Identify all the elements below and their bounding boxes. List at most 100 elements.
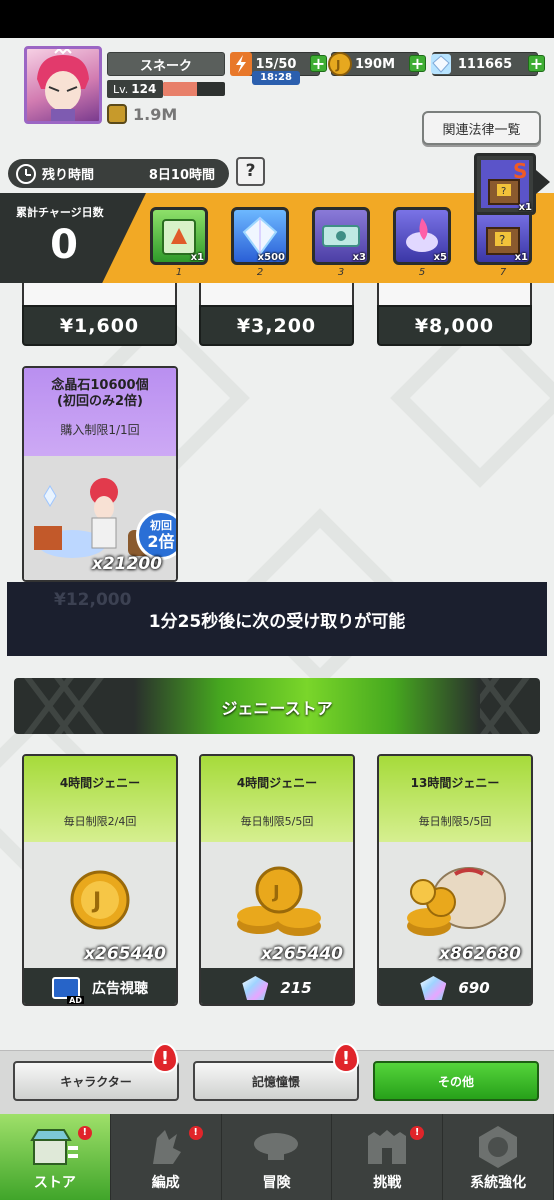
charge-days-title: 累計チャージ日数 (16, 206, 104, 219)
nav-label: ストア (33, 1175, 76, 1191)
offer-card-stub (22, 283, 177, 305)
reward-qty: x500 (257, 252, 285, 263)
jenny-item-name: 13時間ジェニー (410, 776, 500, 790)
nav-challenge[interactable]: 挑戦 ! (332, 1114, 444, 1200)
badge-top-text: 初回 (150, 519, 172, 532)
crystal-icon (431, 54, 451, 74)
jenny-counter: J 190M + (328, 52, 426, 76)
buy-with-gem-button[interactable]: 215 (201, 968, 353, 1004)
crystal-offer-qty: x21200 (91, 554, 162, 574)
jenny-item-header: 4時間ジェニー 毎日制限5/5回 (201, 756, 353, 842)
charge-days-value: 0 (50, 222, 78, 268)
player-avatar[interactable] (24, 46, 102, 124)
crystal-counter: 111665 + (431, 52, 545, 76)
jenny-item-image: J x265440 (201, 842, 353, 968)
jenny-item-name: 4時間ジェニー (236, 776, 318, 790)
special-reward[interactable]: ? S x1 (474, 153, 536, 215)
price-button[interactable]: ¥3,200 (199, 305, 354, 346)
jenny-item-card[interactable]: 4時間ジェニー 毎日制限2/4回 J x265440 広告視聴 (22, 754, 178, 1006)
power-display: 1.9M (107, 103, 177, 125)
tab-label: その他 (437, 1074, 474, 1089)
add-stamina-button[interactable]: + (310, 55, 327, 72)
crystal-offer-header: 念晶石10600個 (初回のみ2倍) 購入制限1/1回 (24, 368, 176, 456)
tab-other[interactable]: その他 (373, 1061, 539, 1101)
formation-icon (152, 1130, 181, 1164)
jenny-item-qty: x265440 (84, 944, 166, 964)
svg-text:J: J (271, 882, 280, 903)
jenny-item-card[interactable]: 13時間ジェニー 毎日制限5/5回 x862680 690 (377, 754, 533, 1006)
alert-icon: ! (152, 1043, 178, 1073)
reward-card-pack[interactable]: x1 (150, 207, 208, 265)
nav-formation[interactable]: 編成 ! (111, 1114, 222, 1200)
tab-label: キャラクター (60, 1074, 132, 1089)
reward-day: 7 (499, 267, 507, 278)
nav-label: 冒険 (262, 1175, 291, 1191)
exp-fill (163, 82, 198, 96)
nav-nen-system[interactable]: 系統強化 (443, 1114, 554, 1200)
reward-summon-scroll[interactable]: x5 (393, 207, 451, 265)
stamina-value: 15/50 (255, 56, 297, 72)
add-crystal-button[interactable]: + (528, 55, 545, 72)
buy-with-gem-button[interactable]: 690 (379, 968, 531, 1004)
notification-dot: ! (410, 1126, 425, 1140)
jenny-item-header: 4時間ジェニー 毎日制限2/4回 (24, 756, 176, 842)
svg-text:J: J (91, 889, 101, 914)
offer-card-stub (199, 283, 354, 305)
svg-text:?: ? (501, 186, 506, 197)
ad-video-icon (52, 977, 84, 1004)
nav-label: 編成 (151, 1175, 180, 1191)
crystal-offer-subtitle: (初回のみ2倍) (57, 394, 143, 409)
jenny-item-card[interactable]: 4時間ジェニー 毎日制限5/5回 J x265440 215 (199, 754, 355, 1006)
crystal-offer-image: 初回 2倍 x21200 (24, 456, 176, 580)
crystal-value: 111665 (457, 56, 513, 72)
price-button[interactable]: ¥8,000 (377, 305, 532, 346)
jenny-item-limit: 毎日制限5/5回 (418, 815, 492, 828)
jenny-item-name: 4時間ジェニー (59, 776, 141, 790)
crystal-offer-price-behind-toast: ¥12,000 (54, 590, 132, 610)
bottom-nav: ストア ! 編成 ! 冒険 挑戦 ! 系統強化 (0, 1114, 554, 1200)
related-laws-button[interactable]: 関連法律一覧 (422, 111, 541, 145)
level-value: 124 (131, 82, 157, 96)
arena-icon (368, 1130, 407, 1164)
price-button[interactable]: ¥1,600 (22, 305, 177, 346)
reward-qty: x5 (433, 252, 447, 263)
nav-store[interactable]: ストア ! (0, 1114, 111, 1200)
crystal-offer-limit: 購入制限1/1回 (60, 423, 140, 437)
jenny-store-header: ジェニーストア (14, 678, 540, 734)
gem-price: 690 (458, 979, 490, 997)
reward-day: 5 (418, 267, 426, 278)
reward-qty: x3 (352, 252, 366, 263)
crystal-offer-card[interactable]: 念晶石10600個 (初回のみ2倍) 購入制限1/1回 初回 2倍 x21200 (22, 366, 178, 582)
reward-ticket[interactable]: x3 (312, 207, 370, 265)
jenny-item-qty: x862680 (439, 944, 521, 964)
watch-ad-button[interactable]: 広告視聴 (24, 968, 176, 1004)
crystal-offer-title: 念晶石10600個 (51, 378, 149, 393)
gem-price: 215 (280, 979, 312, 997)
special-reward-pointer (536, 170, 550, 194)
reward-qty: x1 (190, 252, 204, 263)
help-button[interactable]: ? (236, 157, 265, 186)
nav-adventure[interactable]: 冒険 (222, 1114, 333, 1200)
power-value: 1.9M (133, 104, 178, 124)
notification-dot: ! (188, 1126, 203, 1140)
remaining-value: 8日10時間 (148, 168, 215, 183)
toast-text: 1分25秒後に次の受け取りが可能 (148, 611, 406, 632)
jenny-item-image: x862680 (379, 842, 531, 968)
stamina-icon (230, 52, 252, 76)
first-time-double-badge: 初回 2倍 (136, 510, 176, 560)
level-plate: Lv. 124 (107, 80, 163, 98)
clock-icon (16, 163, 36, 184)
level-label: Lv. (113, 82, 129, 96)
alert-icon: ! (333, 1043, 359, 1073)
add-jenny-button[interactable]: + (409, 55, 426, 72)
tab-label: 記憶憧憬 (251, 1074, 300, 1089)
reward-qty: x1 (514, 252, 528, 263)
reward-crystal[interactable]: x500 (231, 207, 289, 265)
stamina-timer: 18:28 (252, 71, 300, 85)
svg-text:J: J (335, 58, 340, 72)
reward-day: 2 (256, 267, 264, 278)
jenny-coin-icon: J (328, 52, 352, 76)
player-name: スネーク (107, 52, 225, 76)
jenny-item-limit: 毎日制限2/4回 (63, 815, 137, 828)
nen-system-icon (479, 1126, 518, 1168)
